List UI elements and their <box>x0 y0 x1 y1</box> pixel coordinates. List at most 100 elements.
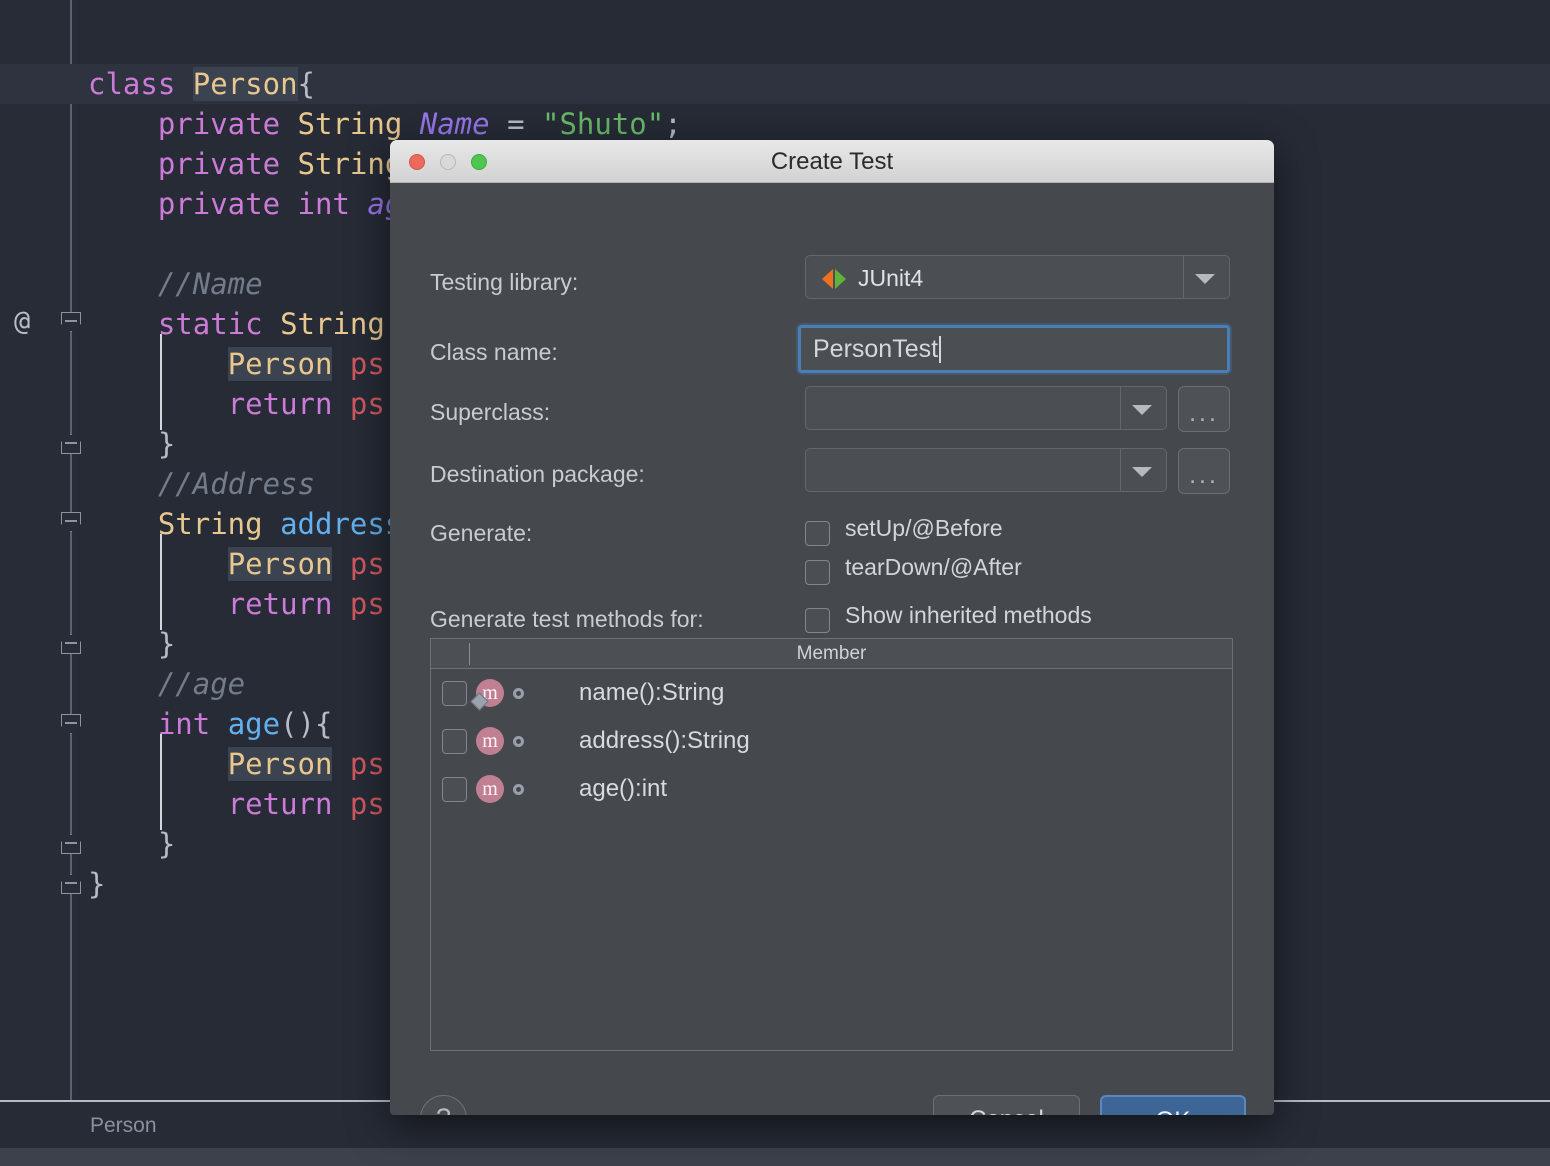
members-table[interactable]: Member mname():Stringmaddress():Stringma… <box>430 638 1233 1051</box>
code-token <box>88 587 228 621</box>
code-token <box>280 187 297 221</box>
cancel-button-label: Cancel <box>934 1096 1079 1115</box>
code-token <box>88 147 158 181</box>
table-row[interactable]: maddress():String <box>431 717 1232 765</box>
code-token: //Name <box>158 267 263 301</box>
cancel-button[interactable]: Cancel <box>933 1095 1080 1115</box>
checkbox-icon[interactable] <box>805 608 830 633</box>
code-token: { <box>298 67 315 101</box>
code-token: return <box>228 787 333 821</box>
code-token: ps <box>350 587 385 621</box>
checkbox-icon[interactable] <box>805 521 830 546</box>
chevron-down-icon[interactable] <box>1183 256 1229 298</box>
create-test-dialog[interactable]: Create Test Testing library: JUnit4 Clas… <box>390 140 1274 1115</box>
code-token <box>88 787 228 821</box>
code-line[interactable]: } <box>88 424 175 464</box>
code-token <box>88 667 158 701</box>
method-icon: m <box>476 727 504 755</box>
code-line[interactable]: return ps <box>88 584 385 624</box>
code-token: Person <box>193 67 298 101</box>
code-token <box>332 787 349 821</box>
code-line[interactable]: //Address <box>88 464 315 504</box>
code-token: address <box>280 507 402 541</box>
junit-icon <box>822 269 846 289</box>
code-token <box>350 187 367 221</box>
breadcrumb[interactable]: Person <box>90 1114 157 1138</box>
code-token: String <box>298 147 403 181</box>
indent-guide <box>160 534 162 630</box>
code-line[interactable]: class Person{ <box>88 64 315 104</box>
code-line[interactable]: Person ps = <box>88 744 437 784</box>
code-line[interactable]: //age <box>88 664 245 704</box>
superclass-browse-button[interactable]: ... <box>1178 386 1230 432</box>
chevron-down-icon[interactable] <box>1120 449 1166 491</box>
code-token: = <box>490 107 542 141</box>
code-token: age <box>228 707 280 741</box>
code-token <box>280 147 297 181</box>
code-token: } <box>158 627 175 661</box>
testing-library-combo[interactable]: JUnit4 <box>805 255 1230 299</box>
code-token: private <box>158 187 280 221</box>
code-token <box>88 387 228 421</box>
code-token: ps <box>350 547 385 581</box>
code-token: ps <box>350 387 385 421</box>
code-token <box>88 507 158 541</box>
code-line[interactable]: //Name <box>88 264 263 304</box>
code-token: String <box>298 107 403 141</box>
member-label: name():String <box>579 669 724 717</box>
ok-button[interactable]: OK <box>1100 1095 1246 1115</box>
code-token: } <box>158 827 175 861</box>
code-token: ; <box>664 107 681 141</box>
code-token: } <box>88 867 105 901</box>
code-token <box>332 387 349 421</box>
checkbox-label: Show inherited methods <box>845 602 1092 629</box>
code-token <box>332 547 349 581</box>
code-line[interactable]: } <box>88 624 175 664</box>
text-caret <box>939 336 941 363</box>
code-token <box>88 427 158 461</box>
indent-guide <box>160 334 162 430</box>
help-button[interactable]: ? <box>420 1095 467 1115</box>
code-line[interactable]: int age(){ <box>88 704 332 744</box>
checkbox-icon[interactable] <box>805 560 830 585</box>
code-token <box>88 707 158 741</box>
method-icon: m <box>476 775 504 803</box>
code-token <box>332 347 349 381</box>
code-token <box>402 107 419 141</box>
dialog-body: Testing library: JUnit4 Class name: Pers… <box>390 183 1274 1115</box>
checkbox-icon[interactable] <box>442 777 467 802</box>
checkbox-icon[interactable] <box>442 681 467 706</box>
code-line[interactable]: Person ps = <box>88 544 437 584</box>
code-token <box>332 587 349 621</box>
code-line[interactable]: private String Name = "Shuto"; <box>88 104 682 144</box>
code-token: } <box>158 427 175 461</box>
chevron-down-icon[interactable] <box>1120 387 1166 429</box>
members-table-header[interactable]: Member <box>431 639 1232 669</box>
code-token <box>280 107 297 141</box>
code-token <box>88 627 158 661</box>
class-name-input[interactable]: PersonTest <box>798 325 1230 373</box>
code-line[interactable]: } <box>88 864 105 904</box>
code-line[interactable]: return ps <box>88 784 385 824</box>
superclass-label: Superclass: <box>430 399 550 426</box>
table-row[interactable]: mname():String <box>431 669 1232 717</box>
class-name-value: PersonTest <box>813 328 941 370</box>
members-table-body[interactable]: mname():Stringmaddress():Stringmage():in… <box>431 669 1232 813</box>
code-token: static <box>158 307 263 341</box>
superclass-combo[interactable] <box>805 386 1167 430</box>
generate-test-methods-label: Generate test methods for: <box>430 606 704 633</box>
checkbox-icon[interactable] <box>442 729 467 754</box>
code-token: Person <box>228 347 333 381</box>
dialog-titlebar[interactable]: Create Test <box>390 140 1274 183</box>
destination-package-browse-button[interactable]: ... <box>1178 448 1230 494</box>
code-line[interactable]: Person ps = <box>88 344 437 384</box>
code-token <box>88 267 158 301</box>
package-private-icon <box>513 688 524 699</box>
checkbox-label: tearDown/@After <box>845 554 1022 581</box>
destination-package-combo[interactable] <box>805 448 1167 492</box>
code-line[interactable]: } <box>88 824 175 864</box>
table-row[interactable]: mage():int <box>431 765 1232 813</box>
code-line[interactable]: return ps <box>88 384 385 424</box>
code-token <box>210 707 227 741</box>
code-token: Name <box>420 107 490 141</box>
